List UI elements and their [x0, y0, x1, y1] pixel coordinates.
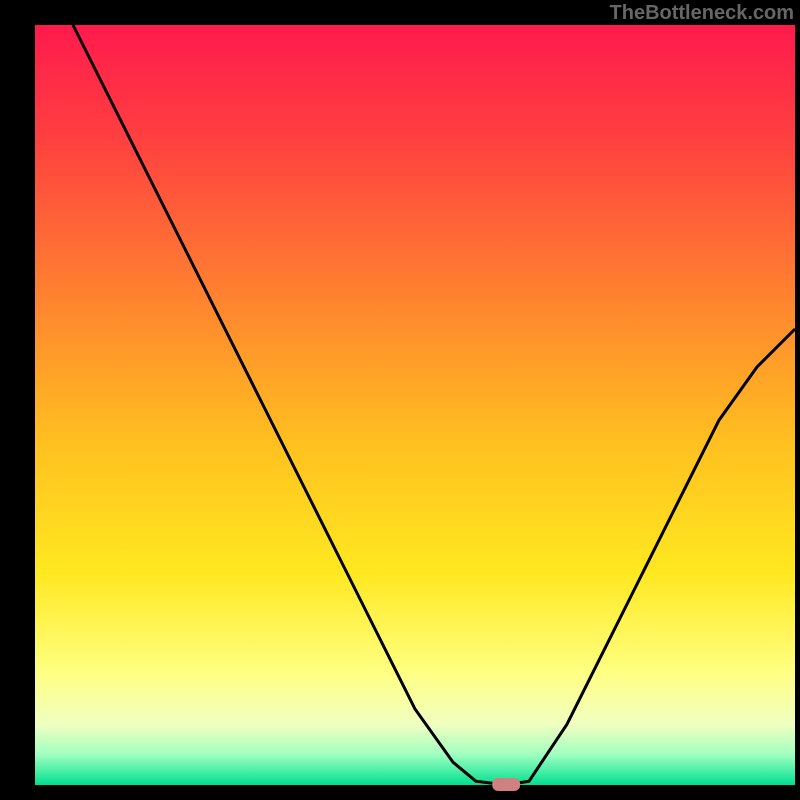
chart-container: TheBottleneck.com	[0, 0, 800, 800]
optimal-marker	[492, 778, 520, 791]
bottleneck-chart	[0, 0, 800, 800]
plot-background	[35, 25, 795, 785]
watermark-text: TheBottleneck.com	[610, 2, 794, 25]
